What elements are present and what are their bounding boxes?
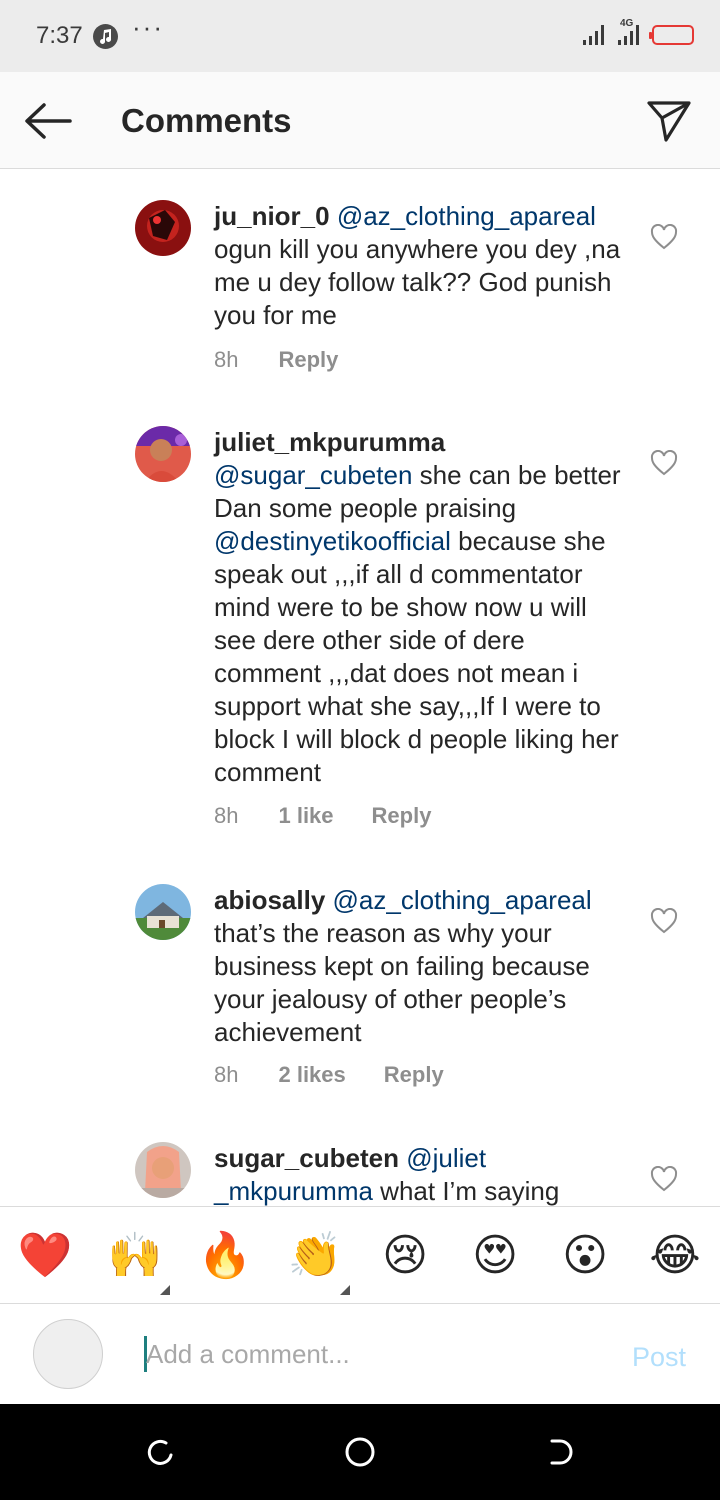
comment-time: 8h xyxy=(214,347,239,372)
comments-header: Comments xyxy=(0,72,720,169)
comments-list[interactable]: ju_nior_0 @az_clothing_apareal ogun kill… xyxy=(0,170,720,1206)
recent-apps-icon[interactable] xyxy=(144,1436,176,1468)
clapping-emoji-button[interactable]: 👏 xyxy=(287,1231,343,1281)
comment-text: sugar_cubeten @juliet _mkpurumma what I’… xyxy=(214,1142,634,1206)
comment-mention[interactable]: @az_clothing_apareal xyxy=(337,201,596,231)
signal-icon xyxy=(583,25,604,45)
more-dots-icon: ··· xyxy=(132,12,164,42)
comment-text: ju_nior_0 @az_clothing_apareal ogun kill… xyxy=(214,200,634,332)
comment-body-2: because she speak out ,,,if all d commen… xyxy=(214,526,619,787)
skin-tone-indicator xyxy=(340,1285,350,1295)
crying-emoji-button[interactable]: 😢 xyxy=(377,1231,433,1281)
emoji-reaction-bar: ❤️ 🙌 🔥 👏 😢 😍 😮 😂 xyxy=(0,1206,720,1304)
comment-body: ogun kill you anywhere you dey ,na me u … xyxy=(214,234,621,330)
back-arrow-icon[interactable] xyxy=(22,98,74,144)
comment-username[interactable]: ju_nior_0 xyxy=(214,201,330,231)
avatar[interactable] xyxy=(135,426,191,482)
page-title: Comments xyxy=(121,102,292,139)
comment-input[interactable] xyxy=(146,1334,606,1374)
avatar[interactable] xyxy=(135,1142,191,1198)
back-icon[interactable] xyxy=(544,1436,576,1468)
reply-button[interactable]: Reply xyxy=(384,1062,444,1088)
comment-username[interactable]: juliet_mkpurumma xyxy=(214,427,445,457)
post-button[interactable]: Post xyxy=(632,1342,686,1373)
reply-button[interactable]: Reply xyxy=(372,803,432,829)
like-heart-icon[interactable] xyxy=(650,450,678,476)
avatar[interactable] xyxy=(135,884,191,940)
comment-mention[interactable]: @az_clothing_apareal xyxy=(333,885,592,915)
comment-body: what I’m saying xyxy=(380,1176,560,1206)
status-time: 7:37 xyxy=(36,22,83,49)
comment-likes[interactable]: 1 like xyxy=(278,803,333,829)
heart-eyes-emoji-button[interactable]: 😍 xyxy=(467,1231,523,1281)
comment-meta: 8h Reply xyxy=(214,347,376,373)
comment-mention-2[interactable]: @destinyetikoofficial xyxy=(214,526,451,556)
skin-tone-indicator xyxy=(160,1285,170,1295)
comment-mention[interactable]: @sugar_cubeten xyxy=(214,460,412,490)
battery-icon xyxy=(649,25,694,45)
comment-time: 8h xyxy=(214,1062,239,1087)
comment-time: 8h xyxy=(214,803,239,828)
comment-text: abiosally @az_clothing_apareal that’s th… xyxy=(214,884,634,1049)
reply-button[interactable]: Reply xyxy=(278,347,338,373)
raising-hands-emoji-button[interactable]: 🙌 xyxy=(107,1231,163,1281)
avatar[interactable] xyxy=(135,200,191,256)
comment-meta: 8h 1 like Reply xyxy=(214,803,469,829)
direct-share-icon[interactable] xyxy=(644,96,694,146)
like-heart-icon[interactable] xyxy=(650,1166,678,1192)
status-bar: 7:37 ··· 4G xyxy=(0,0,720,72)
comment-username[interactable]: sugar_cubeten xyxy=(214,1143,399,1173)
comment-meta: 8h 2 likes Reply xyxy=(214,1062,482,1088)
comment-username[interactable]: abiosally xyxy=(214,885,325,915)
fire-emoji-button[interactable]: 🔥 xyxy=(197,1231,253,1281)
comment-body: that’s the reason as why your business k… xyxy=(214,918,590,1047)
laughing-emoji-button[interactable]: 😂 xyxy=(647,1231,703,1281)
comment-likes[interactable]: 2 likes xyxy=(278,1062,345,1088)
comment-text: juliet_mkpurumma @sugar_cubeten she can … xyxy=(214,426,634,789)
current-user-avatar xyxy=(33,1319,103,1389)
system-nav-bar xyxy=(0,1404,720,1500)
surprised-emoji-button[interactable]: 😮 xyxy=(557,1231,613,1281)
network-type: 4G xyxy=(620,18,634,29)
like-heart-icon[interactable] xyxy=(650,224,678,250)
home-icon[interactable] xyxy=(344,1436,376,1468)
heart-emoji-button[interactable]: ❤️ xyxy=(17,1231,73,1281)
comment-composer: Post xyxy=(0,1304,720,1404)
music-note-icon xyxy=(93,24,118,49)
like-heart-icon[interactable] xyxy=(650,908,678,934)
